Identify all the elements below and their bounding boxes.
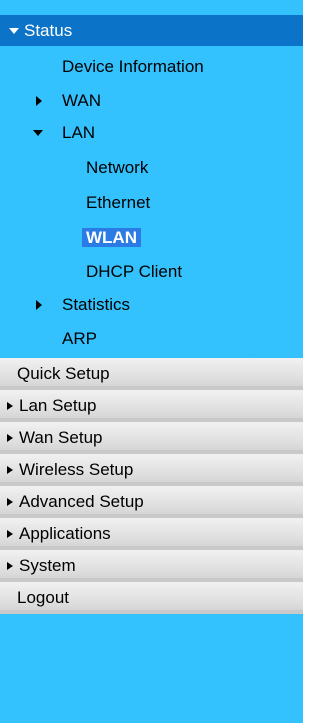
- navigation-frame: Status Device Information WAN LAN Networ…: [0, 0, 303, 723]
- menu-item-lan-setup[interactable]: Lan Setup: [0, 390, 303, 422]
- tree-item-device-information-label: Device Information: [62, 57, 204, 76]
- menu-item-quick-setup-label: Quick Setup: [17, 364, 110, 383]
- tree-item-ethernet-label: Ethernet: [86, 193, 151, 212]
- menu-item-advanced-setup-label: Advanced Setup: [19, 492, 144, 511]
- menu-item-applications-label: Applications: [19, 524, 111, 543]
- menu-item-quick-setup[interactable]: Quick Setup: [0, 358, 303, 390]
- main-menu: Quick Setup Lan Setup Wan Setup Wireless…: [0, 358, 303, 614]
- chevron-right-icon: [7, 466, 13, 474]
- menu-item-wan-setup-label: Wan Setup: [19, 428, 103, 447]
- menu-item-system-label: System: [19, 556, 76, 575]
- tree-item-device-information[interactable]: Device Information: [62, 57, 204, 77]
- menu-item-logout-label: Logout: [17, 588, 69, 607]
- menu-item-applications[interactable]: Applications: [0, 518, 303, 550]
- chevron-right-icon: [7, 402, 13, 410]
- menu-item-system[interactable]: System: [0, 550, 303, 582]
- tree-item-arp-label: ARP: [62, 329, 97, 348]
- tree-item-statistics-label: Statistics: [62, 295, 131, 314]
- tree-item-wan-label: WAN: [62, 91, 102, 110]
- tree-item-lan-label: LAN: [62, 123, 96, 142]
- tree-item-arp[interactable]: ARP: [62, 329, 97, 349]
- tree-item-wlan[interactable]: WLAN: [82, 228, 141, 248]
- chevron-right-icon: [36, 96, 42, 106]
- navigation-panel: Status Device Information WAN LAN Networ…: [0, 0, 333, 723]
- tree-item-dhcp-client-label: DHCP Client: [86, 262, 183, 281]
- tree-item-wlan-label: WLAN: [82, 228, 141, 247]
- chevron-right-icon: [7, 562, 13, 570]
- status-header[interactable]: Status: [0, 15, 303, 46]
- chevron-right-icon: [7, 498, 13, 506]
- status-tree: Device Information WAN LAN Network Ether…: [0, 46, 303, 358]
- chevron-down-icon: [9, 28, 19, 34]
- chevron-right-icon: [7, 530, 13, 538]
- chevron-right-icon: [36, 300, 42, 310]
- menu-item-advanced-setup[interactable]: Advanced Setup: [0, 486, 303, 518]
- menu-item-wireless-setup[interactable]: Wireless Setup: [0, 454, 303, 486]
- tree-item-network-label: Network: [86, 158, 149, 177]
- menu-item-wan-setup[interactable]: Wan Setup: [0, 422, 303, 454]
- menu-item-logout[interactable]: Logout: [0, 582, 303, 614]
- navigation-bottom-fill: [0, 685, 303, 723]
- chevron-right-icon: [7, 434, 13, 442]
- tree-item-network[interactable]: Network: [86, 158, 148, 178]
- tree-item-dhcp-client[interactable]: DHCP Client: [86, 262, 182, 282]
- status-header-label: Status: [24, 21, 73, 40]
- menu-item-wireless-setup-label: Wireless Setup: [19, 460, 134, 479]
- menu-item-lan-setup-label: Lan Setup: [19, 396, 97, 415]
- chevron-down-icon: [33, 130, 43, 136]
- tree-item-ethernet[interactable]: Ethernet: [86, 193, 150, 213]
